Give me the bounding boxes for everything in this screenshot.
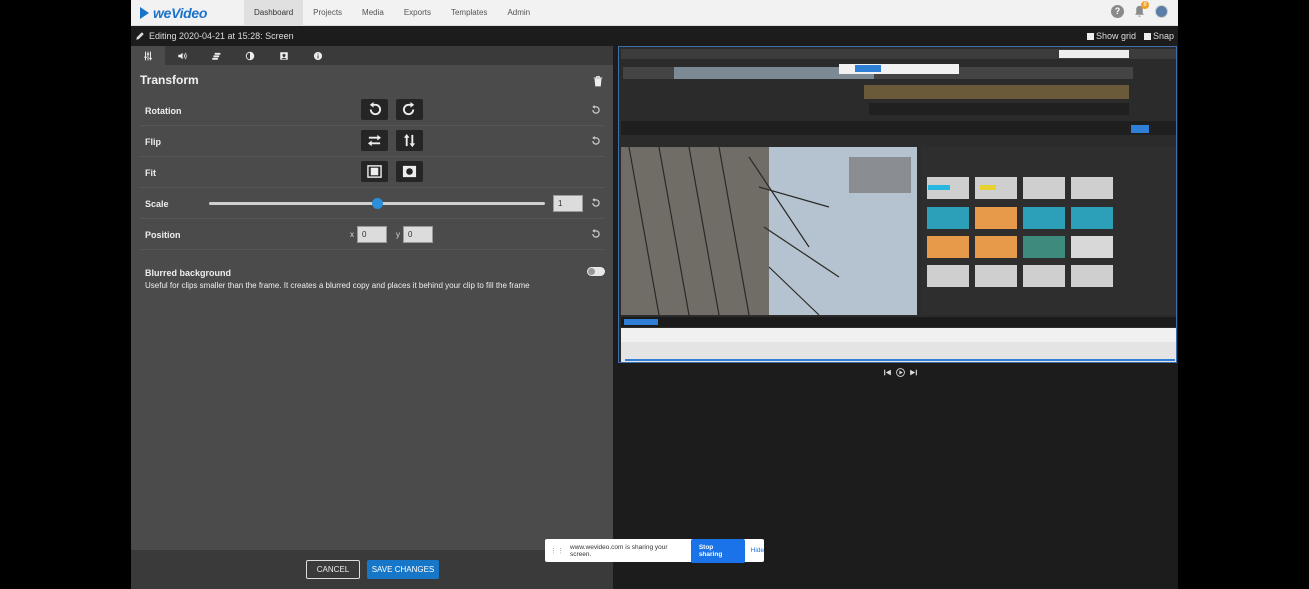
preview-canvas[interactable] — [618, 46, 1177, 363]
fit-frame-icon — [367, 165, 382, 178]
scale-label: Scale — [145, 199, 169, 209]
show-grid-checkbox[interactable]: Show grid — [1086, 31, 1136, 41]
checkbox-box-icon — [1086, 33, 1094, 40]
position-y-label: y — [396, 230, 400, 239]
volume-icon — [178, 52, 187, 59]
scale-slider[interactable] — [209, 198, 545, 209]
preview-area — [613, 46, 1178, 589]
flip-horizontal-button[interactable] — [361, 130, 388, 151]
tab-layers[interactable] — [199, 46, 233, 65]
reset-scale-icon[interactable] — [591, 198, 601, 208]
editing-title: Editing 2020-04-21 at 15:28: Screen — [135, 31, 294, 41]
snap-checkbox[interactable]: Snap — [1143, 31, 1174, 41]
nav-media[interactable]: Media — [352, 0, 394, 26]
position-x-input[interactable] — [357, 226, 387, 243]
save-changes-button[interactable]: SAVE CHANGES — [367, 560, 439, 579]
panel-title: Transform — [140, 73, 199, 87]
rotate-right-icon — [402, 102, 415, 116]
fit-frame-button[interactable] — [361, 161, 388, 182]
flip-vertical-icon — [403, 133, 416, 148]
scale-slider-handle[interactable] — [371, 198, 383, 209]
panel-tabs — [131, 46, 613, 65]
panel-footer: CANCEL SAVE CHANGES — [131, 550, 613, 589]
hide-button[interactable]: Hide — [751, 547, 764, 554]
blurred-background-toggle[interactable] — [587, 267, 605, 276]
blurred-background-description: Useful for clips smaller than the frame.… — [145, 281, 530, 290]
skip-forward-icon[interactable] — [909, 368, 918, 377]
notifications-bell-icon[interactable]: 8 — [1133, 1, 1149, 18]
flip-horizontal-icon — [367, 134, 382, 147]
screen-recording-frame — [619, 47, 1176, 362]
nav-exports[interactable]: Exports — [394, 0, 441, 26]
top-navigation: weVideo Dashboard Projects Media Exports… — [131, 0, 1178, 26]
cancel-button[interactable]: CANCEL — [306, 560, 360, 579]
reset-position-icon[interactable] — [591, 229, 601, 239]
drag-handle-icon[interactable]: ⋮⋮ — [550, 547, 564, 555]
tab-transform[interactable] — [131, 46, 165, 65]
snap-label: Snap — [1152, 31, 1174, 41]
reset-flip-icon[interactable] — [591, 136, 601, 146]
blurred-background-title: Blurred background — [145, 268, 232, 278]
editing-title-text: Editing 2020-04-21 at 15:28: Screen — [149, 31, 294, 41]
user-avatar[interactable] — [1155, 5, 1168, 18]
notification-badge: 8 — [1141, 1, 1149, 9]
fit-label: Fit — [145, 168, 156, 178]
nav-dashboard[interactable]: Dashboard — [244, 0, 304, 26]
fill-frame-button[interactable] — [396, 161, 423, 182]
flip-vertical-button[interactable] — [396, 130, 423, 151]
trash-icon[interactable] — [593, 76, 603, 87]
nav-templates[interactable]: Templates — [441, 0, 497, 26]
tab-info[interactable] — [301, 46, 335, 65]
position-label: Position — [145, 230, 181, 240]
fill-frame-icon — [402, 165, 417, 178]
screen-share-banner: ⋮⋮ www.wevideo.com is sharing your scree… — [545, 538, 764, 563]
rotate-left-button[interactable] — [361, 99, 388, 120]
show-grid-label: Show grid — [1095, 31, 1136, 41]
position-y-input[interactable] — [403, 226, 433, 243]
contrast-icon — [245, 51, 255, 60]
skip-back-icon[interactable] — [883, 368, 892, 377]
nav-projects[interactable]: Projects — [303, 0, 352, 26]
layers-icon — [212, 52, 221, 60]
rotation-row: Rotation — [140, 95, 604, 126]
rotation-label: Rotation — [145, 106, 182, 116]
properties-panel: Transform Rotation Flip Fit Scale 1 Posi… — [131, 46, 613, 589]
reset-rotation-icon[interactable] — [591, 105, 601, 115]
tab-audio[interactable] — [165, 46, 199, 65]
pencil-icon — [136, 32, 144, 40]
flip-label: Flip — [145, 137, 161, 147]
logo-text: weVideo — [153, 5, 208, 21]
wevideo-logo[interactable]: weVideo — [140, 5, 207, 21]
stop-sharing-button[interactable]: Stop sharing — [690, 538, 745, 563]
flip-row: Flip — [140, 126, 604, 157]
rotate-left-icon — [369, 102, 382, 116]
play-icon[interactable] — [896, 368, 905, 377]
position-x-label: x — [350, 230, 354, 239]
share-message: www.wevideo.com is sharing your screen. — [570, 543, 668, 558]
fit-row: Fit — [140, 157, 604, 188]
scale-row: Scale — [140, 188, 604, 219]
info-icon — [313, 51, 323, 60]
position-row: Position x y — [140, 219, 604, 250]
grid-options: Show grid Snap — [1086, 31, 1174, 41]
portrait-icon — [280, 51, 288, 60]
help-icon[interactable]: ? — [1111, 5, 1124, 18]
rotate-right-button[interactable] — [396, 99, 423, 120]
main-nav: Dashboard Projects Media Exports Templat… — [244, 0, 540, 26]
tab-portrait[interactable] — [267, 46, 301, 65]
editor-header: Editing 2020-04-21 at 15:28: Screen Show… — [131, 26, 1178, 46]
nav-admin[interactable]: Admin — [497, 0, 540, 26]
sliders-icon — [144, 51, 152, 60]
scale-input[interactable] — [553, 195, 583, 212]
playback-controls — [883, 368, 918, 377]
tab-color[interactable] — [233, 46, 267, 65]
top-right-icons: ? 8 — [1111, 1, 1168, 18]
checkbox-box-icon — [1143, 33, 1151, 40]
logo-mark-icon — [140, 7, 149, 19]
app-window: weVideo Dashboard Projects Media Exports… — [131, 0, 1178, 589]
